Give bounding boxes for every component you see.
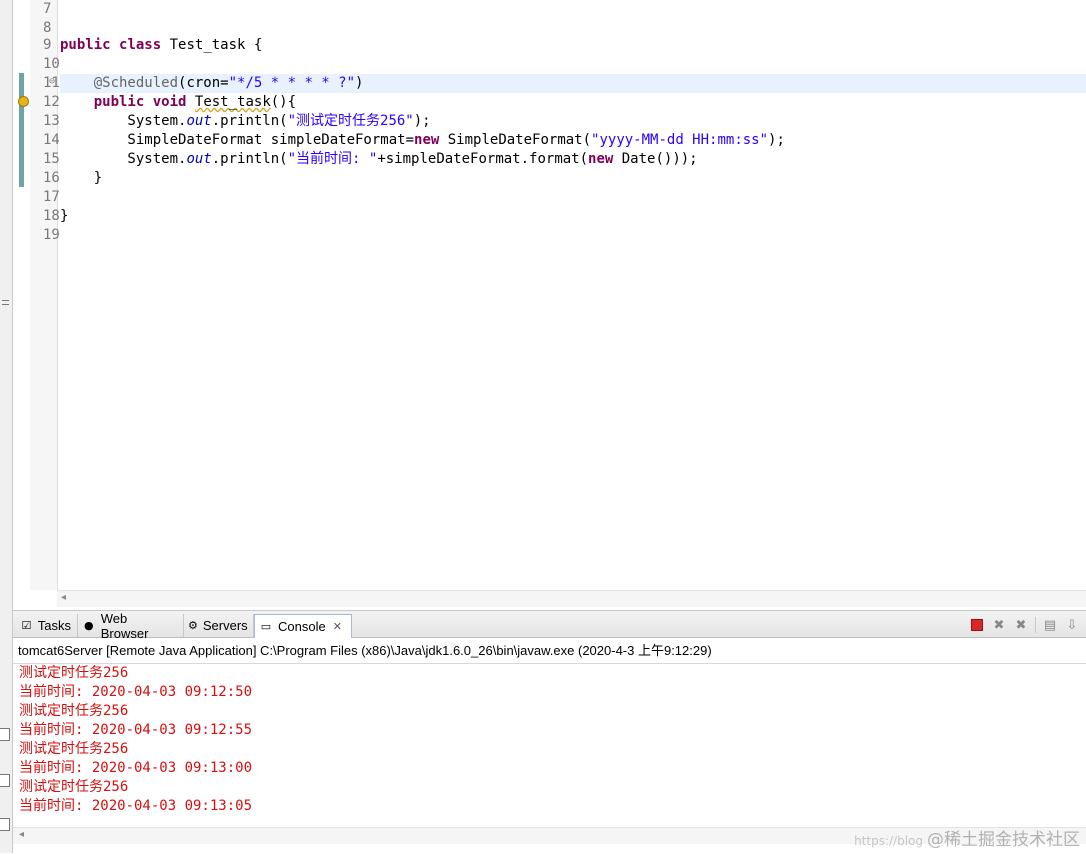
terminate-button[interactable] (969, 617, 985, 633)
view-tab-bar: ☑ Tasks ● Web Browser ⚙ Servers ▭ Consol… (13, 611, 1086, 641)
stop-icon (971, 619, 983, 631)
code-line: System.out.println("测试定时任务256"); (60, 113, 431, 129)
remove-launch-button[interactable]: ✖ (991, 617, 1007, 633)
code-line: public void Test_task(){ (93, 94, 297, 110)
tab-servers[interactable]: ⚙ Servers (184, 614, 254, 637)
console-line: 当前时间: 2020-04-03 09:12:50 (19, 684, 253, 700)
console-toolbar: ✖ ✖ ▤ ⇩ (969, 616, 1080, 634)
console-output[interactable]: 测试定时任务256 当前时间: 2020-04-03 09:12:50 测试定时… (13, 663, 1086, 826)
code-line: } (60, 170, 103, 186)
panel-icon-fragment (0, 728, 10, 741)
sash-grip (2, 300, 9, 301)
panel-icon-fragment (0, 774, 10, 787)
console-line: 测试定时任务256 (19, 779, 129, 795)
adjacent-panel-edge (0, 0, 13, 853)
close-tab-icon[interactable]: ✕ (333, 620, 342, 633)
code-line: public class Test_task { (60, 37, 263, 53)
tab-console[interactable]: ▭ Console ✕ (254, 614, 352, 638)
console-process-label: tomcat6Server [Remote Java Application] … (18, 643, 712, 658)
console-view: ☑ Tasks ● Web Browser ⚙ Servers ▭ Consol… (13, 610, 1086, 854)
remove-all-icon: ✖ (1015, 617, 1027, 633)
panel-icon-fragment (0, 818, 10, 831)
toolbar-separator (1035, 617, 1036, 633)
globe-icon: ● (84, 618, 94, 632)
console-line: 测试定时任务256 (19, 703, 129, 719)
sash-grip (2, 304, 9, 305)
warning-icon[interactable] (18, 96, 29, 107)
code-line: @Scheduled(cron="*/5 * * * * ?") (60, 74, 1086, 93)
tasks-icon: ☑ (21, 618, 32, 632)
remove-icon: ✖ (993, 617, 1005, 633)
console-line: 当前时间: 2020-04-03 09:13:05 (19, 798, 253, 814)
java-editor[interactable]: 7 8 9 10 11 12 13 14 15 16 17 18 19 ⊖ public class T… (13, 0, 1086, 607)
clear-console-button[interactable]: ▤ (1042, 617, 1058, 633)
editor-horizontal-scrollbar[interactable]: ◂ (57, 590, 1086, 607)
scroll-lock-icon: ⇩ (1066, 617, 1078, 633)
tab-tasks[interactable]: ☑ Tasks (16, 614, 78, 637)
quick-diff-ruler (13, 0, 30, 590)
clear-console-icon: ▤ (1043, 617, 1057, 633)
watermark: https://blog @稀土掘金技术社区 (854, 830, 1080, 850)
code-line: } (60, 208, 69, 224)
console-line: 当前时间: 2020-04-03 09:13:00 (19, 760, 253, 776)
change-marker (19, 73, 24, 187)
remove-all-terminated-button[interactable]: ✖ (1013, 617, 1029, 633)
scroll-left-icon[interactable]: ◂ (19, 829, 24, 840)
servers-icon: ⚙ (188, 618, 198, 632)
code-line: System.out.println("当前时间: "+simpleDateFo… (60, 151, 698, 167)
collapse-icon[interactable]: ⊖ (49, 76, 55, 87)
console-line: 测试定时任务256 (19, 665, 129, 681)
code-area[interactable]: public class Test_task { @Scheduled(cron… (60, 0, 1086, 590)
tab-web-browser[interactable]: ● Web Browser (78, 611, 184, 641)
code-line: SimpleDateFormat simpleDateFormat=new Si… (60, 132, 785, 148)
console-line: 测试定时任务256 (19, 741, 129, 757)
scroll-left-icon[interactable]: ◂ (61, 592, 66, 603)
console-icon: ▭ (260, 619, 272, 633)
scroll-lock-button[interactable]: ⇩ (1064, 617, 1080, 633)
console-line: 当前时间: 2020-04-03 09:12:55 (19, 722, 253, 738)
